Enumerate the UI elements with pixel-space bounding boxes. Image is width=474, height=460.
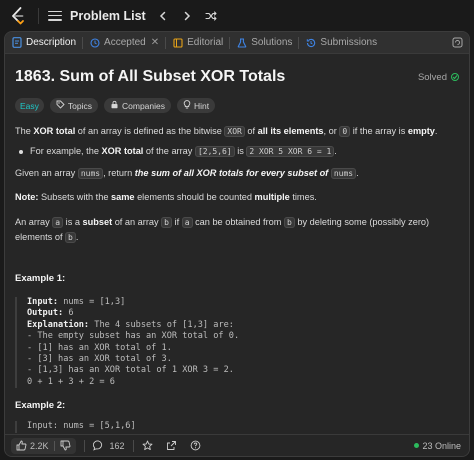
description-paragraph-1: The XOR total of an array is defined as … xyxy=(15,126,438,137)
tab-accepted-label: Accepted xyxy=(104,37,146,48)
top-nav: Problem List xyxy=(0,0,474,31)
description-paragraph-3: An array a is a subset of an array b if … xyxy=(15,217,430,243)
shuffle-icon[interactable] xyxy=(204,9,218,23)
companies-badge[interactable]: Companies xyxy=(104,98,171,113)
example-1-input: Input: nums = [1,3] xyxy=(27,297,126,307)
book-icon xyxy=(172,37,183,48)
problem-title[interactable]: 1863. Sum of All Subset XOR Totals xyxy=(15,68,285,86)
share-icon[interactable] xyxy=(166,440,178,452)
example-1-line: - [1,3] has an XOR total of 1 XOR 3 = 2. xyxy=(27,365,234,376)
online-indicator: 23 Online xyxy=(414,441,461,451)
history-icon xyxy=(305,37,316,48)
bottom-toolbar: 2.2K 162 23 Online xyxy=(5,434,469,456)
example-1-heading: Example 1: xyxy=(15,273,66,284)
prev-problem-icon[interactable] xyxy=(156,9,170,23)
example-1-line: 0 + 1 + 3 + 2 = 6 xyxy=(27,376,115,387)
leetcode-logo-icon[interactable] xyxy=(6,4,30,28)
companies-label: Companies xyxy=(122,100,165,111)
hint-label: Hint xyxy=(194,100,210,111)
example-1-explanation: Explanation: The 4 subsets of [1,3] are: xyxy=(27,319,234,330)
lightbulb-icon xyxy=(183,100,191,111)
next-problem-icon[interactable] xyxy=(180,9,194,23)
difficulty-badge: Easy xyxy=(15,98,44,113)
example-1-output: Output: 6 xyxy=(27,308,74,319)
problem-badges: Easy Topics Companies Hint xyxy=(15,98,459,113)
toolbar-divider xyxy=(83,439,85,452)
tag-icon xyxy=(56,100,65,111)
solved-status: Solved xyxy=(418,72,459,83)
toolbar-divider xyxy=(132,439,134,452)
thumbs-up-icon[interactable] xyxy=(15,440,27,452)
help-icon[interactable] xyxy=(190,440,202,452)
example-2-heading: Example 2: xyxy=(15,400,66,412)
star-icon[interactable] xyxy=(142,440,154,452)
example-1-line: - The empty subset has an XOR total of 0… xyxy=(27,331,240,342)
list-icon[interactable] xyxy=(47,8,63,24)
tab-submissions-label: Submissions xyxy=(320,37,378,48)
description-icon xyxy=(11,37,22,48)
example-1-block: Input: nums = [1,3] Output: 6 Explanatio… xyxy=(15,297,459,389)
comment-count: 162 xyxy=(109,440,125,451)
flask-icon xyxy=(236,37,247,48)
example-2-input-partial: Input: nums = [5,1,6] xyxy=(27,421,136,432)
close-icon[interactable]: ✕ xyxy=(151,37,159,48)
tab-solutions[interactable]: Solutions xyxy=(230,32,298,54)
tab-editorial[interactable]: Editorial xyxy=(166,32,229,54)
tab-description-label: Description xyxy=(26,37,77,48)
thumbs-down-icon[interactable] xyxy=(60,440,72,452)
topics-label: Topics xyxy=(67,100,92,111)
topics-badge[interactable]: Topics xyxy=(49,98,98,113)
bullet-dot xyxy=(19,150,23,154)
comment-icon[interactable] xyxy=(93,440,105,452)
tab-accepted[interactable]: Accepted ✕ xyxy=(83,32,165,54)
panel-tabs: Description Accepted ✕ Editorial Solutio… xyxy=(5,32,469,54)
problem-list-link[interactable]: Problem List xyxy=(70,9,146,23)
expand-icon[interactable] xyxy=(451,37,463,49)
lock-icon xyxy=(110,100,119,111)
clock-icon xyxy=(89,37,100,48)
tab-description[interactable]: Description xyxy=(5,32,82,54)
description-panel: Description Accepted ✕ Editorial Solutio… xyxy=(4,31,470,457)
example-1-line: - [3] has an XOR total of 3. xyxy=(27,354,172,365)
vote-group: 2.2K xyxy=(11,437,76,454)
description-paragraph-2: Given an array nums, return the sum of a… xyxy=(15,168,359,179)
hint-badge[interactable]: Hint xyxy=(177,98,216,113)
like-count: 2.2K xyxy=(30,440,49,451)
description-content: 1863. Sum of All Subset XOR Totals Solve… xyxy=(5,54,469,436)
check-circle-icon xyxy=(451,73,459,81)
online-dot-icon xyxy=(414,443,420,448)
example-1-line: - [1] has an XOR total of 1. xyxy=(27,342,172,353)
tab-editorial-label: Editorial xyxy=(187,37,224,48)
nav-divider xyxy=(38,7,39,24)
tab-solutions-label: Solutions xyxy=(251,37,293,48)
online-count: 23 Online xyxy=(422,440,461,451)
tab-submissions[interactable]: Submissions xyxy=(299,32,383,54)
description-bullet: For example, the XOR total of the array … xyxy=(15,145,459,158)
description-note: Note: Subsets with the same elements sho… xyxy=(15,192,317,202)
solved-label: Solved xyxy=(417,71,447,83)
example-2-block: Input: nums = [5,1,6] xyxy=(15,421,459,433)
